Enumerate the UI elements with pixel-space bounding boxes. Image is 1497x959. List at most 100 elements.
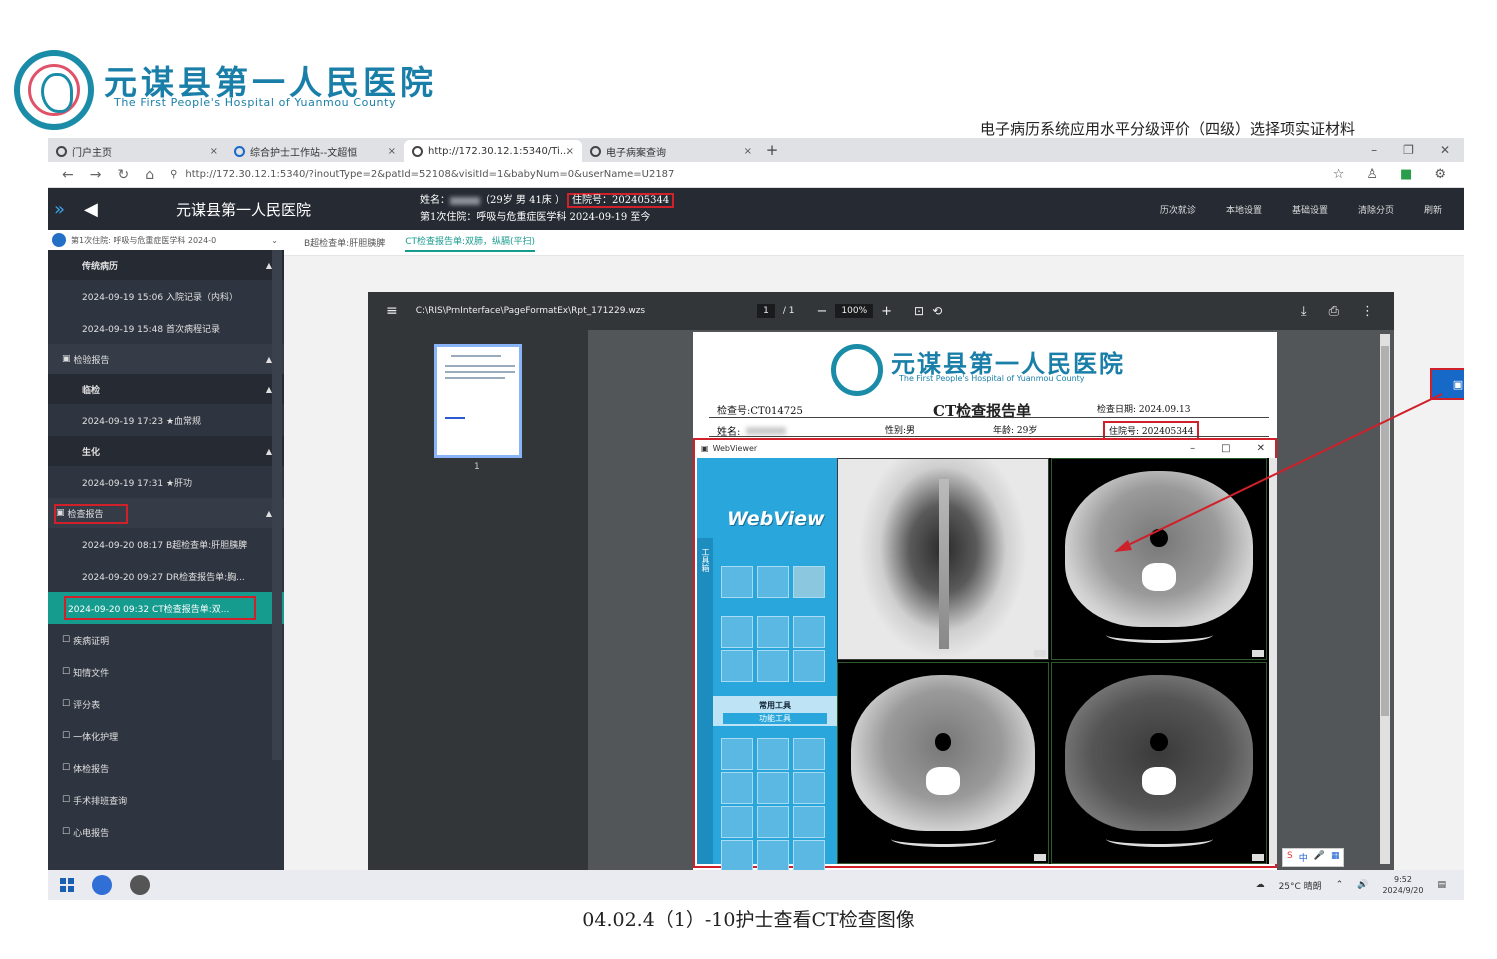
sidebar-section[interactable]: 生化 ▲ [48,436,284,466]
sidebar-section[interactable]: 传统病历 ▲ [48,250,284,280]
collapse-icon[interactable]: ◀ [84,199,124,220]
visit-select[interactable]: 第1次住院: 呼吸与危重症医学科 2024-0 ⌄ [48,230,284,250]
doc-tab-active[interactable]: CT检查报告单:双肺，纵膈(平扫) [405,234,536,252]
network-icon[interactable]: ⌃ [1336,880,1344,890]
ct-image-2[interactable] [837,662,1049,864]
sidebar-section[interactable]: ▣ 检验报告 ▲ [48,344,284,374]
app-icon[interactable] [130,875,150,895]
chest-xray-image[interactable] [837,458,1049,660]
layout-grid-icon[interactable] [793,650,825,682]
angle-icon[interactable] [721,806,753,838]
sidebar-section[interactable]: ▣ 检查报告 ▲ [48,498,284,528]
sidebar-record-item[interactable]: 2024-09-19 17:31 ★肝功 [48,466,284,498]
download-icon[interactable]: ⤓ [1301,304,1307,319]
ruler-icon[interactable] [757,806,789,838]
back-icon[interactable]: ← [62,167,74,183]
rotate-icon[interactable]: ⟲ [932,304,942,318]
close-icon[interactable]: × [566,146,574,157]
sidebar-section[interactable]: 临检 ▲ [48,374,284,404]
sidebar-item-label: 2024-09-19 17:23 ★血常规 [82,416,202,427]
browser-tab[interactable]: 综合护士工作站--文超恒 × [226,140,404,162]
expand-icon[interactable]: » [48,199,84,220]
pdf-toolbar: ≡ C:\RIS\PrnInterface\PageFormatEx\Rpt_1… [368,292,1394,330]
sidebar-menu-item[interactable]: ☐ 评分表 [48,688,284,720]
sidebar-menu-item[interactable]: ☐ 一体化护理 [48,720,284,752]
windows-start-icon[interactable] [60,878,74,892]
sidebar-menu-item[interactable]: ☐ 手术排班查询 [48,784,284,816]
document-icon: ☐ [62,699,71,709]
sidebar-menu-item[interactable]: ☐ 疾病证明 [48,624,284,656]
url-field[interactable]: http://172.30.12.1:5340/?inoutType=2&pat… [185,169,674,180]
extension-icon[interactable]: ■ [1400,167,1412,182]
sidebar-record-item[interactable]: 2024-09-20 09:27 DR检查报告单:胸... [48,560,284,592]
sidebar-record-item[interactable]: 2024-09-19 15:06 入院记录（内科） [48,280,284,312]
close-icon[interactable]: × [388,146,396,157]
menu-refresh[interactable]: 刷新 [1424,203,1442,216]
layout-1-icon[interactable] [721,616,753,648]
zoom-out-icon[interactable]: − [816,304,827,319]
volume-icon[interactable]: 🔊 [1357,880,1368,890]
sidebar-menu-item[interactable]: ☐ 知情文件 [48,656,284,688]
sidebar-menu-item[interactable]: ☐ 心电报告 [48,816,284,848]
close-window-icon[interactable]: ✕ [1440,143,1450,157]
zoom-in-icon[interactable]: + [881,304,892,319]
grid-icon[interactable] [757,840,789,872]
browser-app-icon[interactable] [92,875,112,895]
home-icon[interactable]: ⌂ [145,167,154,183]
reload-icon[interactable]: ↻ [117,167,129,183]
invert-icon[interactable] [793,772,825,804]
browser-tab[interactable]: 门户主页 × [48,140,226,162]
close-icon[interactable]: × [744,146,752,157]
restore-icon[interactable]: ❐ [1403,143,1414,157]
layout-4-icon[interactable] [793,616,825,648]
star-icon[interactable]: ☆ [1333,167,1345,182]
toolbox-side: 工具箱 [697,538,713,864]
notification-icon[interactable]: ▤ [1437,880,1446,890]
menu-history[interactable]: 历次就诊 [1160,203,1196,216]
browser-tab-active[interactable]: http://172.30.12.1:5340/Ti... × [404,140,582,162]
page-input[interactable]: 1 [757,304,775,318]
sidebar-record-item[interactable]: 2024-09-19 17:23 ★血常规 [48,404,284,436]
sidebar-menu-item[interactable]: ☐ 体检报告 [48,752,284,784]
minimize-icon[interactable]: – [1371,143,1377,157]
zoom-icon[interactable] [793,738,825,770]
settings-icon[interactable]: ⚙ [1434,167,1446,182]
undo-icon[interactable] [793,566,825,598]
menu-icon[interactable]: ≡ [368,303,416,319]
open-folder-icon[interactable] [721,566,753,598]
sidebar-record-item[interactable]: 2024-09-20 09:32 CT检查报告单:双... [48,592,284,624]
pointer-icon[interactable] [757,566,789,598]
sidebar-record-item[interactable]: 2024-09-20 08:17 B超检查单:肝胆胰脾 [48,528,284,560]
window-level-icon[interactable] [721,772,753,804]
menu-base-settings[interactable]: 基础设置 [1292,203,1328,216]
fit-page-icon[interactable]: ⊡ [914,304,924,318]
menu-clear-tabs[interactable]: 清除分页 [1358,203,1394,216]
table-icon[interactable] [793,840,825,872]
doc-tab[interactable]: B超检查单:肝胆胰脾 [304,236,385,249]
triangle-icon[interactable] [793,806,825,838]
ime-toolbar[interactable]: S 中 🎤 ▦ [1282,848,1345,867]
layout-6-icon[interactable] [721,650,753,682]
move-icon[interactable] [757,738,789,770]
new-tab-button[interactable]: + [760,141,784,159]
close-icon[interactable]: × [210,146,218,157]
reset-icon[interactable] [721,840,753,872]
sidebar-scrollbar[interactable] [272,250,282,760]
pan-icon[interactable] [721,738,753,770]
page-thumbnail[interactable] [434,344,522,458]
layout-2-icon[interactable] [757,616,789,648]
layout-8-icon[interactable] [757,650,789,682]
ct-image-3[interactable] [1051,662,1267,864]
more-icon[interactable]: ⋮ [1361,304,1374,319]
print-icon[interactable]: ⎙ [1329,304,1339,319]
page-count: / 1 [782,306,795,316]
tab-icon [234,145,245,157]
menu-local-settings[interactable]: 本地设置 [1226,203,1262,216]
sidebar-record-item[interactable]: 2024-09-19 15:48 首次病程记录 [48,312,284,344]
browser-tab[interactable]: 电子病案查询 × [582,140,760,162]
magnify-icon[interactable] [757,772,789,804]
clock[interactable]: 9:52 2024/9/20 [1382,874,1423,896]
zoom-input[interactable]: 100% [835,304,874,318]
forward-icon[interactable]: → [90,167,102,183]
profile-icon[interactable]: ♙ [1366,167,1378,182]
